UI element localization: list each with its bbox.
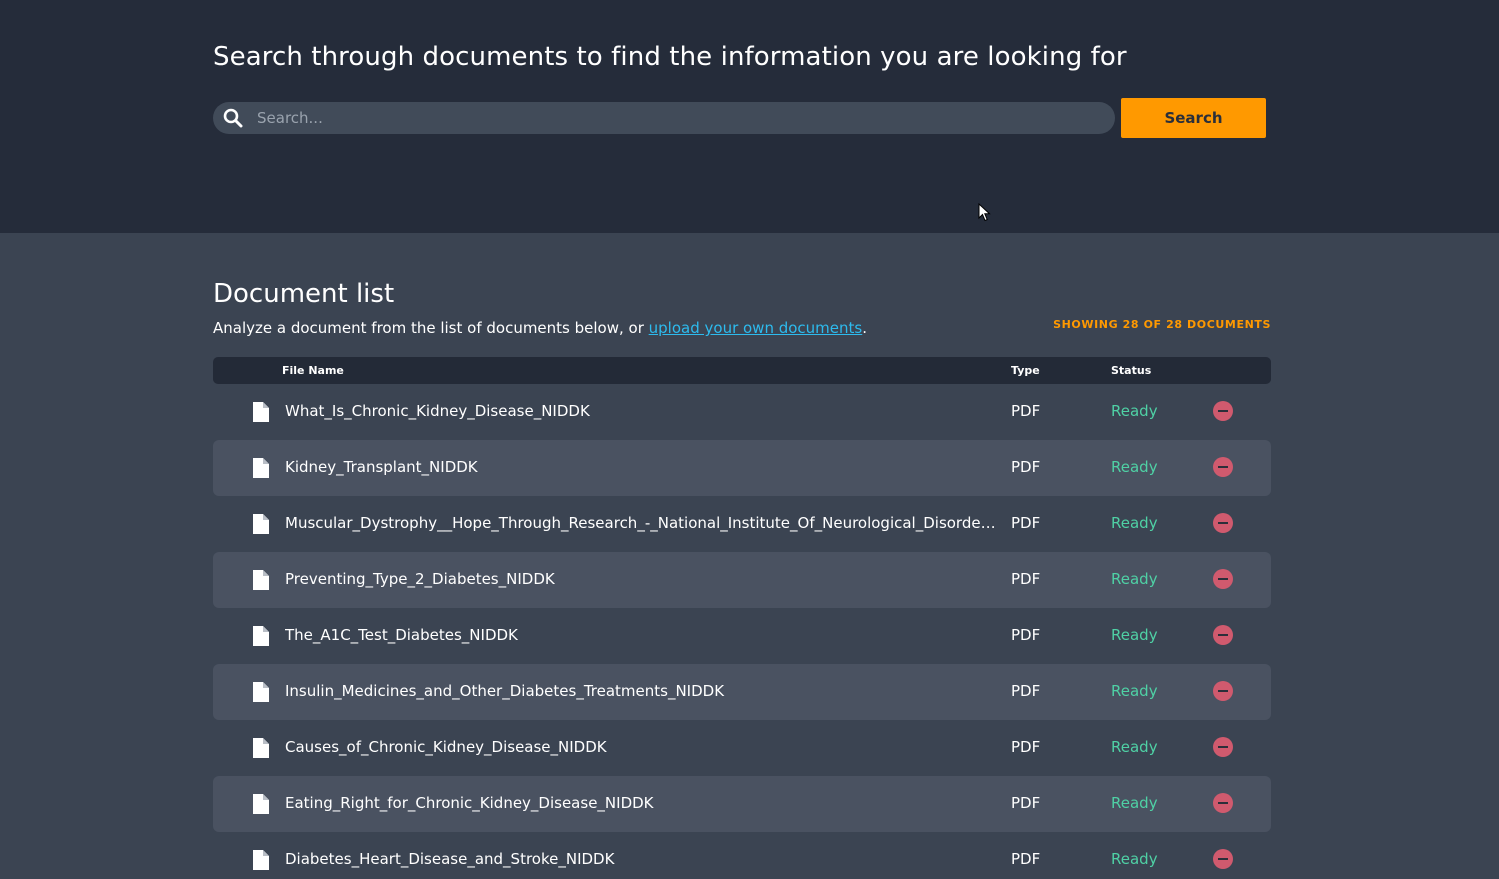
search-button[interactable]: Search bbox=[1121, 98, 1266, 138]
file-icon bbox=[253, 402, 269, 422]
file-name: Preventing_Type_2_Diabetes_NIDDK bbox=[285, 570, 555, 588]
file-name: Muscular_Dystrophy__Hope_Through_Researc… bbox=[285, 514, 1001, 532]
file-type: PDF bbox=[1011, 738, 1041, 756]
search-box bbox=[213, 102, 1115, 134]
upload-documents-link[interactable]: upload your own documents bbox=[649, 319, 863, 337]
status-badge: Ready bbox=[1111, 514, 1158, 532]
page-title: Search through documents to find the inf… bbox=[213, 42, 1127, 72]
file-name: Eating_Right_for_Chronic_Kidney_Disease_… bbox=[285, 794, 654, 812]
file-name: The_A1C_Test_Diabetes_NIDDK bbox=[285, 626, 518, 644]
column-header-status: Status bbox=[1111, 364, 1152, 377]
table-row[interactable]: Diabetes_Heart_Disease_and_Stroke_NIDDK … bbox=[213, 832, 1271, 879]
document-table-body: What_Is_Chronic_Kidney_Disease_NIDDK PDF… bbox=[213, 384, 1271, 879]
document-count-badge: SHOWING 28 OF 28 DOCUMENTS bbox=[1053, 318, 1271, 331]
table-row[interactable]: Causes_of_Chronic_Kidney_Disease_NIDDK P… bbox=[213, 720, 1271, 776]
file-name: Kidney_Transplant_NIDDK bbox=[285, 458, 478, 476]
remove-document-button[interactable] bbox=[1213, 513, 1233, 533]
file-type: PDF bbox=[1011, 850, 1041, 868]
description-suffix: . bbox=[862, 319, 868, 337]
table-row[interactable]: Preventing_Type_2_Diabetes_NIDDK PDF Rea… bbox=[213, 552, 1271, 608]
table-row[interactable]: Muscular_Dystrophy__Hope_Through_Researc… bbox=[213, 496, 1271, 552]
remove-document-button[interactable] bbox=[1213, 681, 1233, 701]
description-prefix: Analyze a document from the list of docu… bbox=[213, 319, 649, 337]
file-icon bbox=[253, 626, 269, 646]
file-name: Diabetes_Heart_Disease_and_Stroke_NIDDK bbox=[285, 850, 615, 868]
file-name: Causes_of_Chronic_Kidney_Disease_NIDDK bbox=[285, 738, 607, 756]
table-row[interactable]: What_Is_Chronic_Kidney_Disease_NIDDK PDF… bbox=[213, 384, 1271, 440]
file-icon bbox=[253, 514, 269, 534]
status-badge: Ready bbox=[1111, 570, 1158, 588]
document-list-description: Analyze a document from the list of docu… bbox=[213, 319, 867, 337]
remove-document-button[interactable] bbox=[1213, 793, 1233, 813]
file-type: PDF bbox=[1011, 514, 1041, 532]
file-type: PDF bbox=[1011, 402, 1041, 420]
file-type: PDF bbox=[1011, 794, 1041, 812]
remove-document-button[interactable] bbox=[1213, 737, 1233, 757]
document-list-title: Document list bbox=[213, 279, 395, 309]
status-badge: Ready bbox=[1111, 402, 1158, 420]
remove-document-button[interactable] bbox=[1213, 625, 1233, 645]
remove-document-button[interactable] bbox=[1213, 401, 1233, 421]
search-header: Search through documents to find the inf… bbox=[0, 0, 1499, 233]
status-badge: Ready bbox=[1111, 626, 1158, 644]
remove-document-button[interactable] bbox=[1213, 457, 1233, 477]
remove-document-button[interactable] bbox=[1213, 569, 1233, 589]
status-badge: Ready bbox=[1111, 850, 1158, 868]
file-name: Insulin_Medicines_and_Other_Diabetes_Tre… bbox=[285, 682, 725, 700]
remove-document-button[interactable] bbox=[1213, 849, 1233, 869]
search-icon bbox=[223, 108, 243, 128]
file-type: PDF bbox=[1011, 682, 1041, 700]
table-row[interactable]: Insulin_Medicines_and_Other_Diabetes_Tre… bbox=[213, 664, 1271, 720]
table-row[interactable]: Kidney_Transplant_NIDDK PDF Ready bbox=[213, 440, 1271, 496]
status-badge: Ready bbox=[1111, 458, 1158, 476]
file-icon bbox=[253, 570, 269, 590]
mouse-cursor-icon bbox=[978, 203, 991, 222]
column-header-type: Type bbox=[1011, 364, 1040, 377]
table-row[interactable]: The_A1C_Test_Diabetes_NIDDK PDF Ready bbox=[213, 608, 1271, 664]
status-badge: Ready bbox=[1111, 682, 1158, 700]
file-icon bbox=[253, 458, 269, 478]
file-type: PDF bbox=[1011, 626, 1041, 644]
file-icon bbox=[253, 794, 269, 814]
file-icon bbox=[253, 850, 269, 870]
file-icon bbox=[253, 682, 269, 702]
search-input[interactable] bbox=[257, 102, 1097, 134]
file-name: What_Is_Chronic_Kidney_Disease_NIDDK bbox=[285, 402, 590, 420]
column-header-file-name: File Name bbox=[282, 364, 344, 377]
file-icon bbox=[253, 738, 269, 758]
status-badge: Ready bbox=[1111, 794, 1158, 812]
file-type: PDF bbox=[1011, 458, 1041, 476]
table-header: File Name Type Status bbox=[213, 357, 1271, 384]
file-type: PDF bbox=[1011, 570, 1041, 588]
table-row[interactable]: Eating_Right_for_Chronic_Kidney_Disease_… bbox=[213, 776, 1271, 832]
status-badge: Ready bbox=[1111, 738, 1158, 756]
